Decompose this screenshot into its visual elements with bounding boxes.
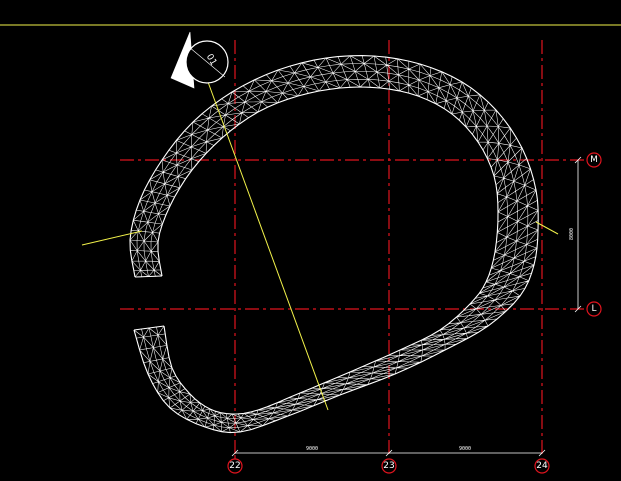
space-frame-mesh[interactable] <box>129 55 539 434</box>
axis-label-M: M <box>590 155 598 165</box>
leader-line-right[interactable] <box>535 221 559 235</box>
cad-drawing-canvas[interactable]: 9000 9000 8000 22 23 24 M L 01 <box>0 0 621 481</box>
north-arrow-icon[interactable]: 01 <box>170 31 229 89</box>
axis-label-L: L <box>591 304 596 314</box>
axis-bubbles: 22 23 24 M L <box>227 152 602 474</box>
dim-text-bottom-2: 9000 <box>459 446 471 452</box>
axis-label-24: 24 <box>536 461 548 471</box>
mesh-inner-edge <box>157 86 499 415</box>
leader-line-left[interactable] <box>81 230 143 246</box>
section-cut-line[interactable] <box>207 81 329 411</box>
mesh-members <box>129 55 539 433</box>
mesh-outer-edge <box>129 55 539 434</box>
grid-axes <box>120 40 585 455</box>
axis-label-22: 22 <box>229 461 240 471</box>
dim-text-bottom-1: 9000 <box>306 446 318 452</box>
mesh-end-cap-left <box>134 275 163 278</box>
dim-text-right: 8000 <box>569 228 575 240</box>
mesh-end-cap-bottom <box>133 325 165 331</box>
dimension-right: 8000 <box>569 156 582 313</box>
axis-label-23: 23 <box>383 461 394 471</box>
cad-drawing: 9000 9000 8000 22 23 24 M L 01 <box>0 24 621 474</box>
